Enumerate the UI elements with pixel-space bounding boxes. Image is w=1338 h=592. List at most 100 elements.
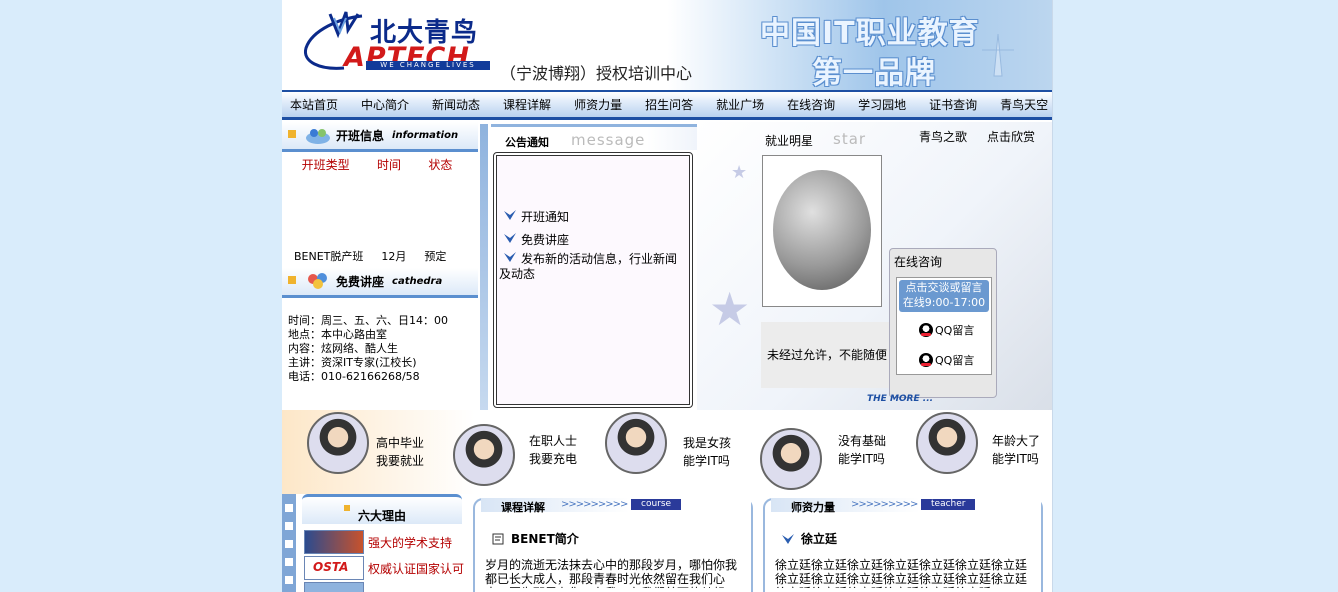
class-info-row[interactable]: BENET脱产班 12月 预定 xyxy=(294,248,464,264)
lecture-details: 时间：周三、五、六、日14：00 地点：本中心路由室 内容：炫网络、酷人生 主讲… xyxy=(288,314,448,384)
site-header: 北大青鸟 APTECH WE CHANGE LIVES （宁波博翔）授权培训中心… xyxy=(282,0,1052,90)
avatar xyxy=(307,412,369,474)
nav-employment[interactable]: 就业广场 xyxy=(716,96,764,113)
course-item-title[interactable]: BENET简介 xyxy=(491,530,579,547)
lecture-time: 时间：周三、五、六、日14：00 xyxy=(288,314,448,327)
bottom-section: 六大理由 强大的学术支持 OSTA 权威认证国家认可 课程详解 >>>>>>>>… xyxy=(282,494,1052,592)
consult-banner-line1: 点击交谈或留言 xyxy=(905,281,983,294)
teacher-panel: 师资力量 >>>>>>>>> teacher 徐立廷 徐立廷徐立廷徐立廷徐立廷徐… xyxy=(763,498,1043,592)
employment-star-panel: ★ ★ 就业明星 star 青鸟之歌 点击欣赏 未经过允许，不能随便 在线咨询 … xyxy=(697,122,1052,410)
course-head-arrows: >>>>>>>>> xyxy=(561,499,628,510)
song-title: 青鸟之歌 xyxy=(919,130,968,144)
qq-message-button[interactable]: QQ留言 xyxy=(919,352,974,368)
page: 北大青鸟 APTECH WE CHANGE LIVES （宁波博翔）授权培训中心… xyxy=(282,0,1053,592)
nav-courses[interactable]: 课程详解 xyxy=(503,96,551,113)
reasons-header: 六大理由 xyxy=(302,494,462,524)
online-consult-box: 在线咨询 点击交谈或留言 在线9:00-17:00 QQ留言 QQ留言 xyxy=(889,248,997,398)
more-link[interactable]: THE MORE ... xyxy=(867,394,933,404)
bird-arrow-icon xyxy=(782,533,794,544)
notepad-icon xyxy=(492,533,504,544)
audience-line2: 能学IT吗 xyxy=(838,452,885,466)
nav-certificate-query[interactable]: 证书查询 xyxy=(929,96,977,113)
notice-item-text-value: 发布新的活动信息，行业新闻及动态 xyxy=(499,252,678,281)
reasons-title: 六大理由 xyxy=(358,509,407,523)
notice-item[interactable]: 发布新的活动信息，行业新闻及动态 xyxy=(499,250,685,282)
audience-line1: 没有基础 xyxy=(838,434,887,448)
audience-text: 高中毕业 我要就业 xyxy=(376,434,424,470)
notice-item-text: 免费讲座 xyxy=(521,233,570,247)
notice-frame: 开班通知 免费讲座 发布新的活动信息，行业新闻及动态 xyxy=(493,152,693,408)
class-info-header: 开班信息 information xyxy=(282,122,478,152)
reasons-side-bar xyxy=(282,494,296,592)
notice-panel: 公告通知 message 开班通知 免费讲座 发布新的活动信息，行业新闻及动态 xyxy=(491,124,751,408)
teacher-header: 师资力量 >>>>>>>>> teacher xyxy=(771,498,1041,514)
notice-item-text: 发布新的活动信息，行业新闻及动态 xyxy=(499,250,685,282)
square-bullet-icon xyxy=(288,130,296,138)
nav-teachers[interactable]: 师资力量 xyxy=(574,96,622,113)
square-bullet-icon xyxy=(288,276,296,284)
consult-chat-button[interactable]: 点击交谈或留言 在线9:00-17:00 xyxy=(899,280,989,312)
class-time-cell: 12月 xyxy=(381,250,407,263)
audience-text: 我是女孩 能学IT吗 xyxy=(683,434,731,470)
nav-admission-faq[interactable]: 招生问答 xyxy=(645,96,693,113)
osta-logo-icon: OSTA xyxy=(313,560,349,574)
reason-thumbnail xyxy=(304,582,364,592)
qq-message-button[interactable]: QQ留言 xyxy=(919,322,974,338)
audience-text: 没有基础 能学IT吗 xyxy=(838,432,886,468)
bird-arrow-icon xyxy=(504,252,516,262)
notice-item-text: 开班通知 xyxy=(521,210,570,224)
class-status-cell: 预定 xyxy=(424,250,447,263)
reason-item[interactable]: 强大的学术支持 xyxy=(304,530,452,554)
star-title: 就业明星 xyxy=(765,134,814,148)
nav-bird-sky[interactable]: 青鸟天空 xyxy=(1000,96,1048,113)
nav-study-garden[interactable]: 学习园地 xyxy=(858,96,906,113)
teacher-item-title[interactable]: 徐立廷 xyxy=(781,530,837,547)
square-bullet-icon xyxy=(344,505,350,511)
teacher-head-arrows: >>>>>>>>> xyxy=(851,499,918,510)
class-info-title: 开班信息 xyxy=(336,129,385,143)
column-time: 时间 xyxy=(376,158,401,172)
globe-people-icon xyxy=(306,128,330,144)
bird-arrow-icon xyxy=(504,210,516,220)
avatar xyxy=(605,412,667,474)
avatar xyxy=(453,424,515,486)
lecture-title-en: cathedra xyxy=(392,276,443,287)
qq-penguin-icon xyxy=(919,353,933,367)
course-header: 课程详解 >>>>>>>>> course xyxy=(481,498,751,514)
teacher-item-title-text: 徐立廷 xyxy=(801,532,838,546)
class-type-cell: BENET脱产班 xyxy=(294,250,364,263)
bird-arrow-icon xyxy=(504,233,516,243)
star-title-en: star xyxy=(833,130,867,148)
lecture-speaker: 主讲：资深IT专家(江校长) xyxy=(288,356,417,369)
lecture-location: 地点：本中心路由室 xyxy=(288,328,387,341)
nav-news[interactable]: 新闻动态 xyxy=(432,96,480,113)
audience-line1: 在职人士 xyxy=(529,434,578,448)
star-quote: 未经过允许，不能随便 xyxy=(761,322,889,388)
song-play-link[interactable]: 点击欣赏 xyxy=(987,128,1035,145)
center-name: （宁波博翔）授权培训中心 xyxy=(500,64,693,83)
nav-about[interactable]: 中心简介 xyxy=(361,96,409,113)
qq-message-label: QQ留言 xyxy=(935,324,975,337)
star-photo-image xyxy=(773,170,871,290)
reason-text: 权威认证国家认可 xyxy=(368,561,465,576)
avatar xyxy=(916,412,978,474)
audience-line1: 高中毕业 xyxy=(376,436,425,450)
reason-item[interactable]: OSTA 权威认证国家认可 xyxy=(304,556,464,580)
reason-item[interactable] xyxy=(304,582,368,592)
audience-text: 在职人士 我要充电 xyxy=(529,432,577,468)
notice-item[interactable]: 免费讲座 xyxy=(503,231,569,248)
lecture-header: 免费讲座 cathedra xyxy=(282,268,478,298)
consult-panel: 点击交谈或留言 在线9:00-17:00 QQ留言 QQ留言 xyxy=(896,277,992,375)
star-photo[interactable] xyxy=(762,155,882,307)
notice-title: 公告通知 xyxy=(505,136,549,149)
consult-banner-line2: 在线9:00-17:00 xyxy=(902,296,986,309)
notice-item[interactable]: 开班通知 xyxy=(503,208,569,225)
star-decoration-icon: ★ xyxy=(709,282,751,336)
audience-strip: 高中毕业 我要就业 在职人士 我要充电 我是女孩 能学IT吗 没有基础 能学IT… xyxy=(282,410,1052,494)
brand-slogan-line2: 第一品牌 xyxy=(812,56,936,90)
balloons-icon xyxy=(308,272,327,289)
nav-online-consult[interactable]: 在线咨询 xyxy=(787,96,835,113)
qq-message-label: QQ留言 xyxy=(935,354,975,367)
avatar xyxy=(760,428,822,490)
nav-home[interactable]: 本站首页 xyxy=(290,96,338,113)
